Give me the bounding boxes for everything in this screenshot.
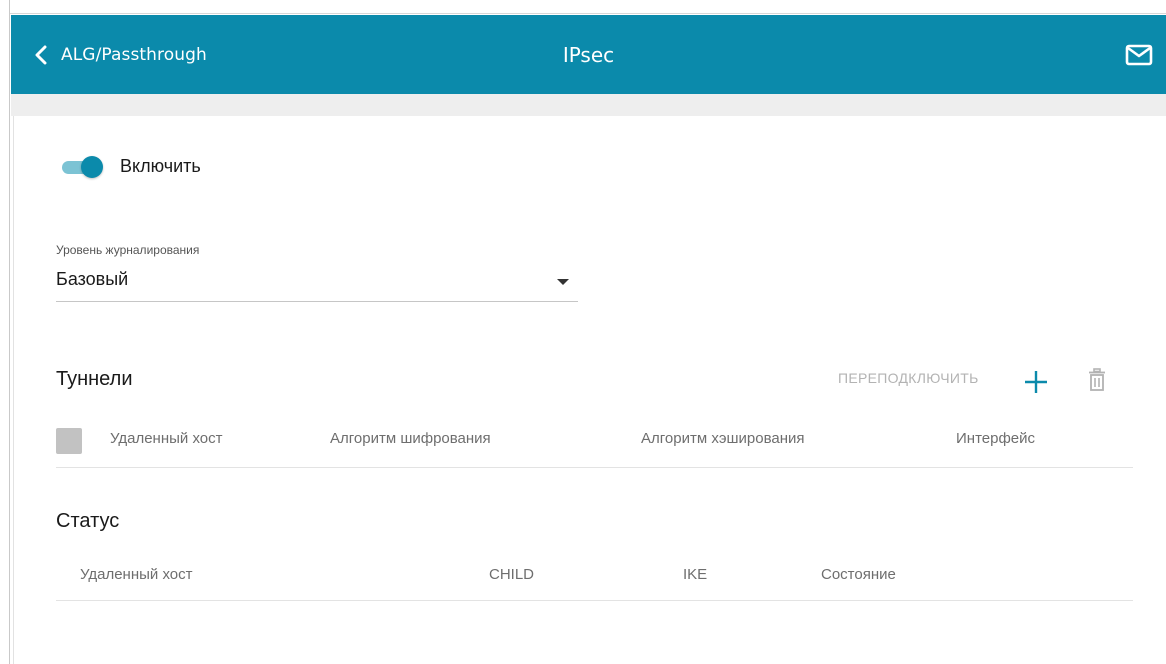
status-title: Статус	[56, 510, 120, 532]
tunnels-divider	[56, 467, 1133, 468]
window-left-edge	[0, 0, 10, 664]
tunnels-column-header[interactable]: Удаленный хост	[110, 430, 223, 447]
reconnect-button[interactable]: ПЕРЕПОДКЛЮЧИТЬ	[838, 370, 979, 386]
status-column-header: IKE	[683, 566, 708, 583]
header-spacer	[11, 94, 1166, 116]
log-level-select[interactable]: Базовый	[56, 266, 578, 302]
status-column-header: Удаленный хост	[80, 566, 193, 583]
status-column-header: CHILD	[489, 566, 535, 583]
tunnels-column-header[interactable]: Интерфейс	[956, 430, 1035, 447]
tunnels-column-header[interactable]: Алгоритм хэширования	[641, 430, 805, 447]
enable-toggle[interactable]	[62, 156, 104, 178]
tunnels-title: Туннели	[56, 368, 133, 390]
log-level-label: Уровень журналирования	[56, 243, 200, 257]
caret-down-icon	[557, 279, 569, 285]
page-title: IPsec	[562, 43, 615, 67]
log-level-value: Базовый	[56, 269, 129, 289]
status-column-header: Состояние	[821, 566, 896, 583]
window-top-edge	[0, 0, 1166, 14]
select-all-checkbox[interactable]	[56, 428, 82, 454]
tunnels-column-header[interactable]: Алгоритм шифрования	[330, 430, 491, 447]
trash-icon[interactable]	[1088, 368, 1106, 392]
mail-icon[interactable]	[1125, 44, 1153, 66]
page-header: ALG/Passthrough IPsec	[11, 15, 1166, 94]
enable-label: Включить	[120, 156, 201, 176]
status-divider	[56, 600, 1133, 601]
toggle-knob	[81, 156, 103, 178]
plus-icon[interactable]	[1023, 369, 1049, 395]
